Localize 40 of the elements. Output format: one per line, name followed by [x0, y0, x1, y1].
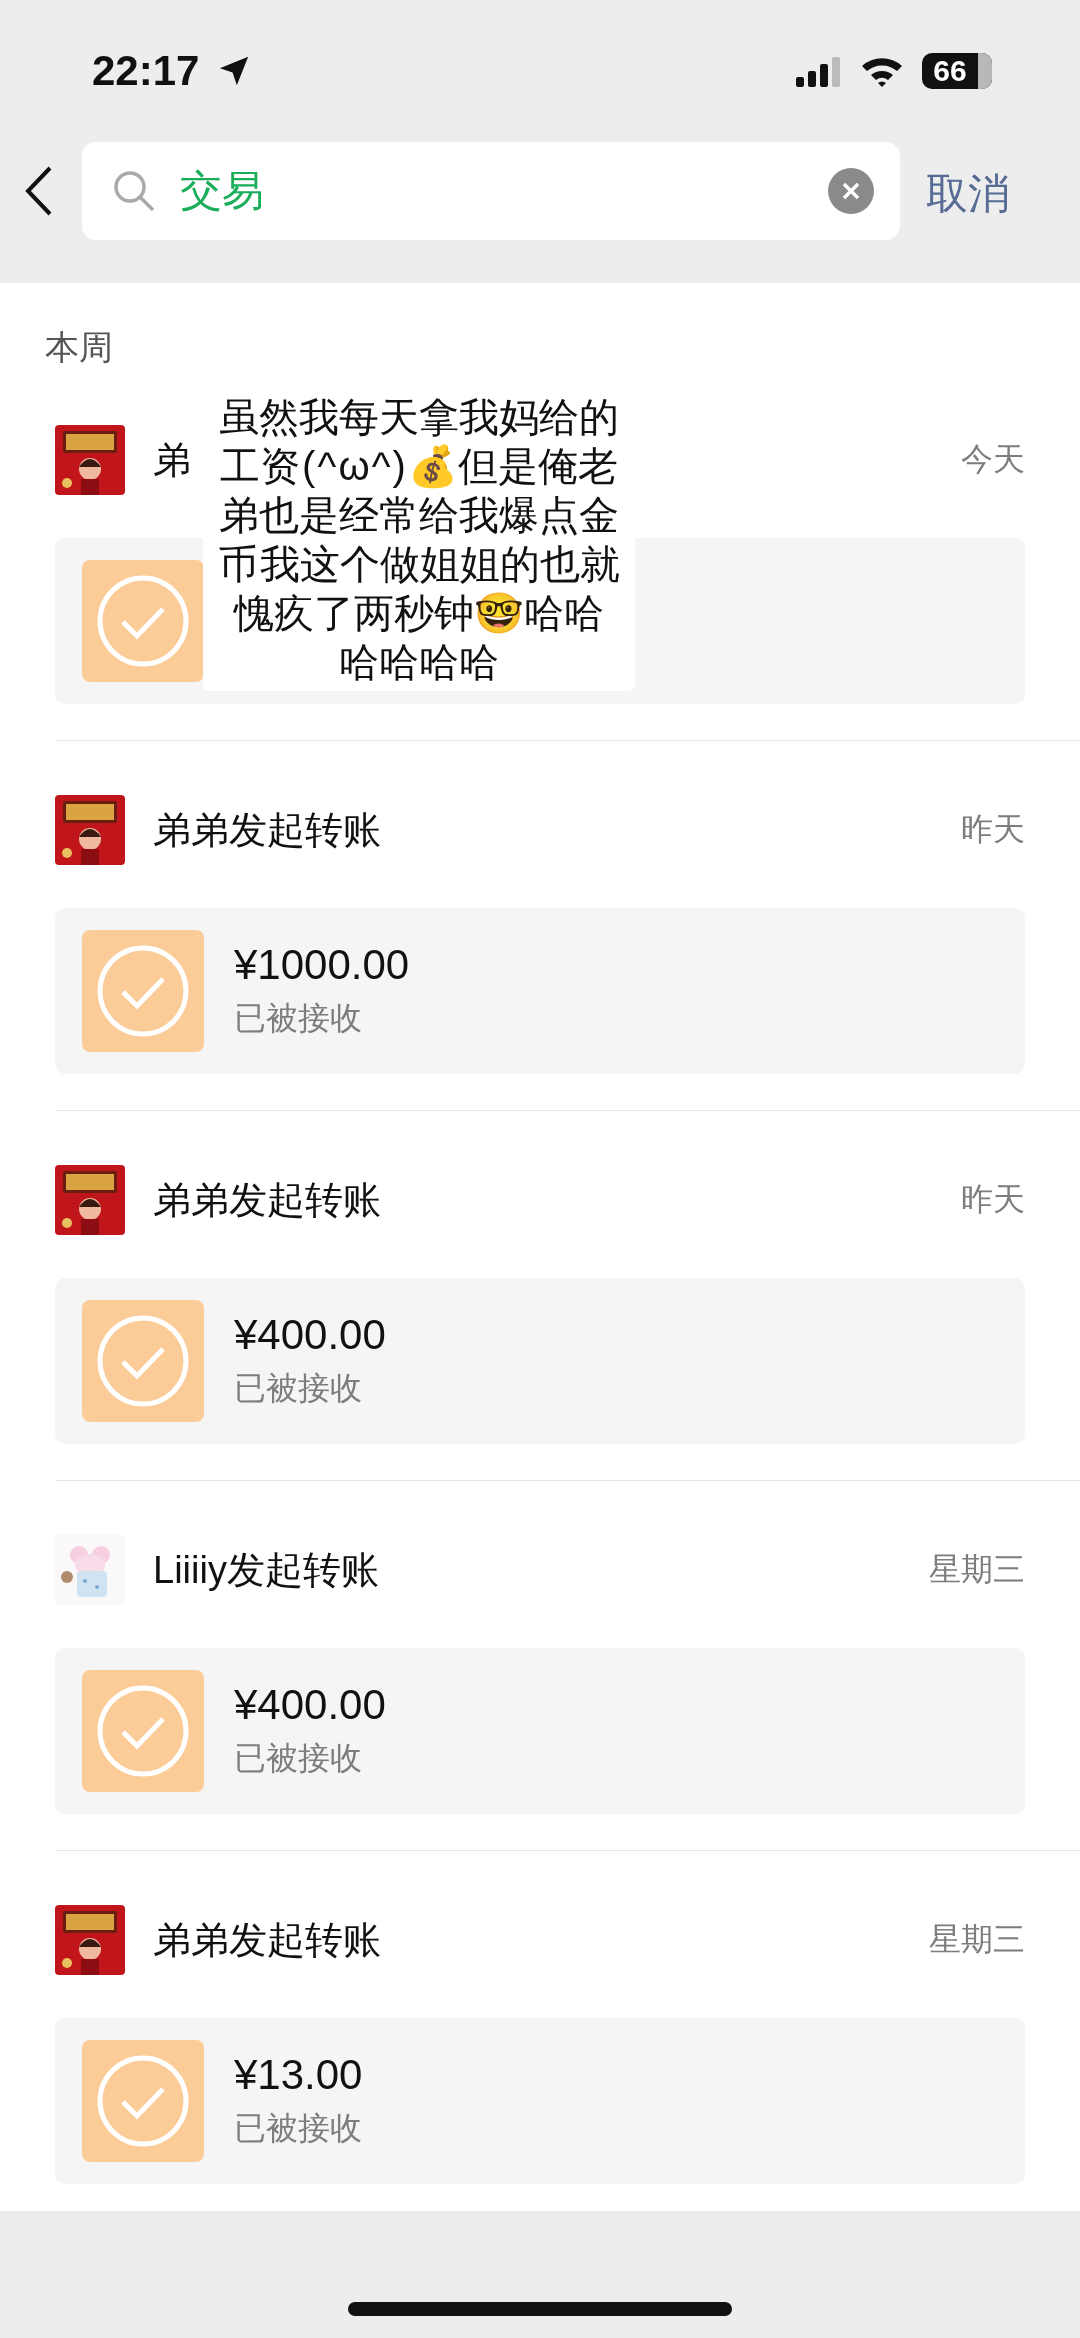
check-icon	[82, 1300, 204, 1422]
transfer-date: 星期三	[929, 1550, 1025, 1589]
transfer-amount: ¥400.00	[234, 1311, 386, 1359]
transfer-date: 今天	[961, 440, 1025, 479]
transfer-title: 弟弟发起转账	[153, 1917, 381, 1963]
transfer-title: 弟弟发起转账	[153, 807, 381, 853]
check-icon	[82, 2040, 204, 2162]
transfer-card[interactable]: ¥13.00 已被接收	[55, 2018, 1025, 2184]
transfer-status: 已被接收	[234, 2109, 363, 2148]
transfer-item[interactable]: 弟弟发起转账 昨天 ¥1000.00 已被接收	[55, 741, 1080, 1111]
transfer-amount: ¥13.00	[234, 2051, 363, 2099]
check-icon	[82, 1670, 204, 1792]
transfer-title: 弟弟发起转账	[153, 1177, 381, 1223]
transfer-card[interactable]: ¥1000.00 已被接收	[55, 908, 1025, 1074]
transfer-item[interactable]: 弟弟发起转账 昨天 ¥400.00 已被接收	[55, 1111, 1080, 1481]
search-icon	[112, 169, 156, 213]
transfer-date: 昨天	[961, 1180, 1025, 1219]
cancel-button[interactable]: 取消	[926, 166, 1010, 222]
transfer-status: 已被接收	[234, 1739, 363, 1778]
transfer-amount: ¥400.00	[234, 1681, 386, 1729]
transfer-card[interactable]: ¥400.00 已被接收	[55, 1648, 1025, 1814]
check-icon	[82, 930, 204, 1052]
check-icon	[82, 560, 204, 682]
transfer-amount: ¥1000.00	[234, 941, 410, 989]
battery-level: 66	[922, 53, 992, 89]
transfer-date: 星期三	[929, 1920, 1025, 1959]
transfer-item[interactable]: Liiiiy发起转账 星期三 ¥400.00 已被接收	[55, 1481, 1080, 1851]
transfer-card[interactable]: ¥400.00 已被接收	[55, 1278, 1025, 1444]
transfer-date: 昨天	[961, 810, 1025, 849]
transfer-status: 已被接收	[234, 1369, 363, 1408]
transfer-title: Liiiiy发起转账	[153, 1547, 379, 1593]
transfer-title: 弟	[153, 437, 191, 483]
wifi-icon	[860, 55, 904, 87]
clear-button[interactable]	[828, 168, 874, 214]
transfer-status: 已被接收	[234, 999, 363, 1038]
signal-icon	[796, 55, 842, 87]
close-icon	[841, 181, 861, 201]
transfer-item[interactable]: 弟弟发起转账 星期三 ¥13.00 已被接收	[55, 1851, 1080, 2220]
status-time: 22:17	[92, 47, 200, 95]
section-header: 本周	[44, 327, 114, 368]
